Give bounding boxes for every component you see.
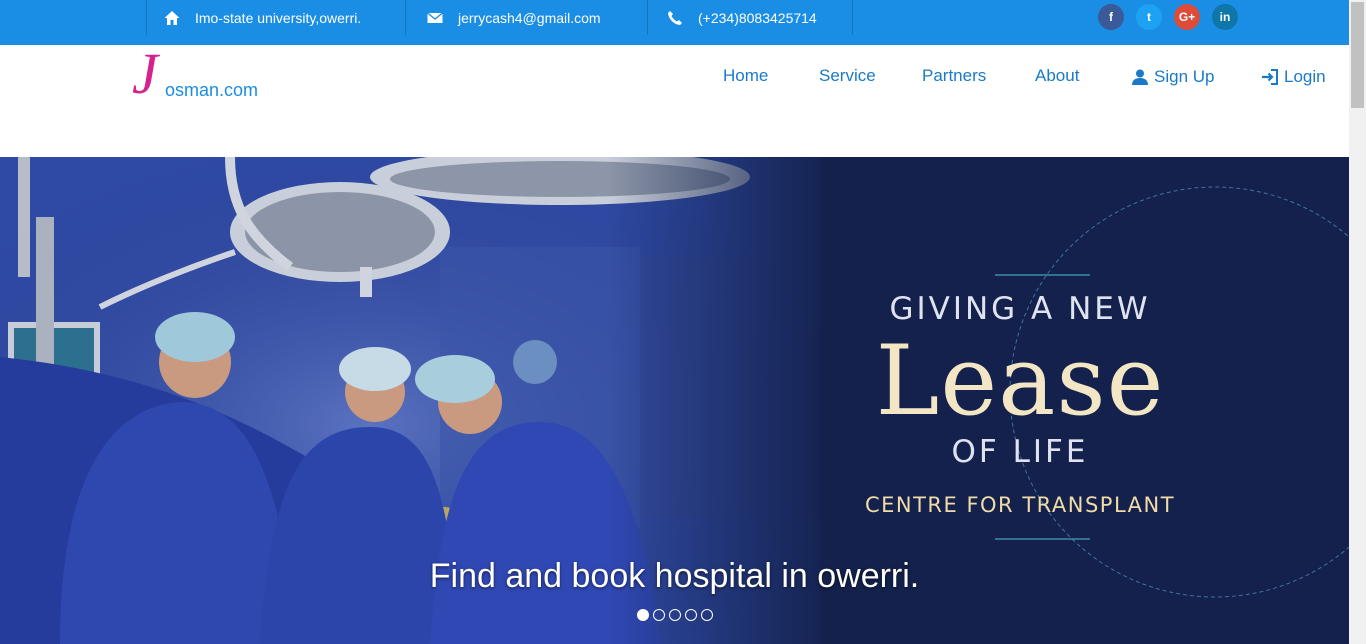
- carousel-dot[interactable]: [701, 609, 713, 621]
- logo-text: osman.com: [165, 80, 259, 100]
- email-info[interactable]: jerrycash4@gmail.com: [405, 0, 647, 35]
- nav-service[interactable]: Service: [819, 66, 876, 86]
- nav-login[interactable]: Login: [1261, 67, 1326, 87]
- hero-line-1: GIVING A NEW: [889, 291, 1151, 327]
- carousel-indicators: [637, 609, 713, 621]
- hero-slider[interactable]: GIVING A NEW Lease OF LIFE CENTRE FOR TR…: [0, 157, 1349, 644]
- nav-signup[interactable]: Sign Up: [1131, 67, 1214, 87]
- hero-line-4: CENTRE FOR TRANSPLANT: [864, 493, 1176, 517]
- slide-caption: Find and book hospital in owerri.: [429, 557, 920, 595]
- phone-icon: [668, 10, 682, 25]
- carousel-dot[interactable]: [653, 609, 665, 621]
- hero-big-word: Lease: [875, 325, 1165, 437]
- email-text: jerrycash4@gmail.com: [458, 9, 601, 26]
- page-scrollbar[interactable]: [1349, 0, 1366, 644]
- address-text: Imo-state university,owerri.: [195, 9, 362, 26]
- carousel-dot[interactable]: [637, 609, 649, 621]
- home-icon: [164, 10, 180, 25]
- google-plus-icon[interactable]: G+: [1174, 4, 1200, 30]
- social-links: f t G+ in: [1098, 4, 1238, 30]
- top-info-bar: Imo-state university,owerri. jerrycash4@…: [0, 0, 1349, 45]
- carousel-dot[interactable]: [669, 609, 681, 621]
- signup-label: Sign Up: [1154, 67, 1215, 86]
- carousel-dot[interactable]: [685, 609, 697, 621]
- phone-info[interactable]: (+234)8083425714: [647, 0, 853, 35]
- main-navbar: J osman.com Home Service Partners About …: [0, 45, 1349, 157]
- login-label: Login: [1284, 67, 1326, 86]
- facebook-icon[interactable]: f: [1098, 4, 1124, 30]
- twitter-icon[interactable]: t: [1136, 4, 1162, 30]
- linkedin-icon[interactable]: in: [1212, 4, 1238, 30]
- address-info: Imo-state university,owerri.: [146, 0, 386, 35]
- page: Imo-state university,owerri. jerrycash4@…: [0, 0, 1366, 644]
- logo-initial: J: [132, 41, 158, 106]
- user-icon: [1132, 69, 1148, 85]
- nav-about[interactable]: About: [1035, 66, 1079, 86]
- hero-line-3: OF LIFE: [951, 434, 1089, 470]
- nav-home[interactable]: Home: [723, 66, 768, 86]
- nav-partners[interactable]: Partners: [922, 66, 986, 86]
- login-icon: [1262, 69, 1278, 85]
- envelope-icon: [427, 11, 443, 23]
- phone-text: (+234)8083425714: [698, 9, 817, 26]
- scrollbar-thumb[interactable]: [1351, 2, 1364, 108]
